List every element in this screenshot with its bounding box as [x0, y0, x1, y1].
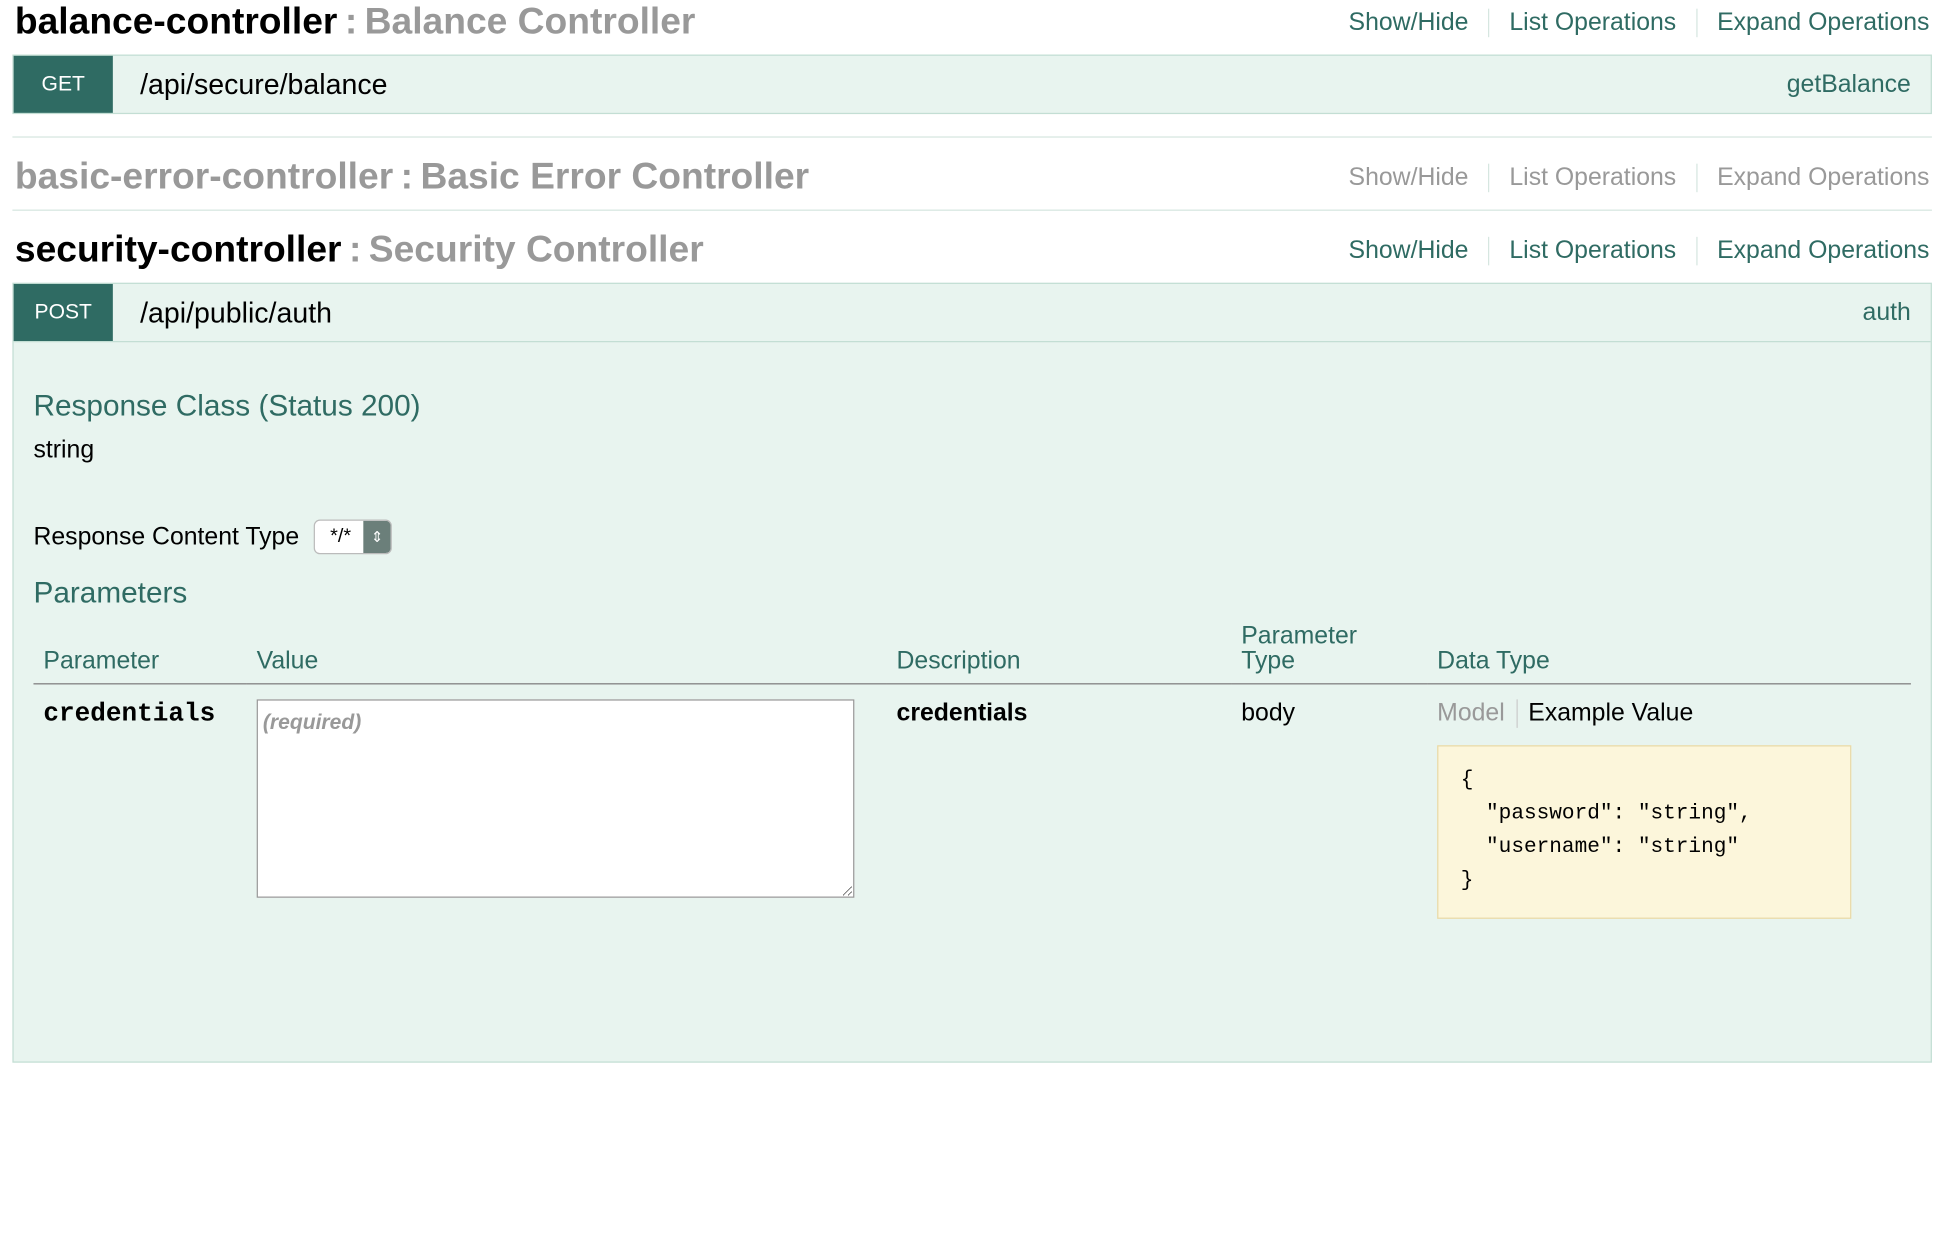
- operation-path[interactable]: /api/public/auth: [140, 296, 1862, 329]
- column-header-data-type: Data Type: [1427, 623, 1911, 685]
- operation-get-balance: GET /api/secure/balance getBalance: [12, 54, 1932, 115]
- section-header: balance-controller: Balance Controller Sh…: [12, 0, 1932, 55]
- section-links: Show/Hide List Operations Expand Operati…: [1349, 163, 1929, 200]
- operation-nickname[interactable]: getBalance: [1787, 70, 1931, 99]
- select-value: */*: [330, 525, 352, 547]
- data-type-tabs: Model Example Value: [1437, 699, 1901, 728]
- show-hide-link[interactable]: Show/Hide: [1349, 9, 1489, 38]
- response-content-type-select[interactable]: */* ⇕: [313, 519, 392, 555]
- column-header-parameter: Parameter: [33, 623, 247, 685]
- select-arrows-icon: ⇕: [363, 520, 391, 554]
- section-basic-error-controller: basic-error-controller: Basic Error Contr…: [12, 136, 1932, 209]
- title-separator: :: [344, 1, 358, 43]
- section-title[interactable]: balance-controller: Balance Controller: [15, 0, 696, 45]
- operation-header[interactable]: POST /api/public/auth auth: [13, 283, 1931, 341]
- section-links: Show/Hide List Operations Expand Operati…: [1349, 8, 1929, 45]
- section-title[interactable]: basic-error-controller: Basic Error Contr…: [15, 155, 809, 200]
- list-operations-link[interactable]: List Operations: [1488, 8, 1696, 38]
- list-operations-link[interactable]: List Operations: [1488, 163, 1696, 193]
- http-method-badge[interactable]: POST: [13, 283, 113, 341]
- operation-nickname[interactable]: auth: [1863, 298, 1931, 327]
- section-security-controller: security-controller: Security Controller …: [12, 209, 1932, 1063]
- section-header: basic-error-controller: Basic Error Contr…: [12, 136, 1932, 209]
- param-description-cell: credentials: [887, 684, 1232, 934]
- parameters-title: Parameters: [33, 576, 188, 611]
- controller-name[interactable]: basic-error-controller: [15, 156, 393, 197]
- response-content-type-row: Response Content Type */* ⇕: [33, 519, 1910, 555]
- controller-description: Basic Error Controller: [420, 156, 810, 198]
- controller-description: Balance Controller: [364, 1, 696, 43]
- section-header: security-controller: Security Controller …: [12, 209, 1932, 283]
- title-separator: :: [348, 229, 362, 271]
- operation-header[interactable]: GET /api/secure/balance getBalance: [13, 55, 1931, 113]
- section-balance-controller: balance-controller: Balance Controller Sh…: [12, 0, 1932, 136]
- param-description: credentials: [896, 699, 1028, 727]
- param-data-type-cell: Model Example Value { "password": "strin…: [1427, 684, 1911, 934]
- example-value-snippet[interactable]: { "password": "string", "username": "str…: [1437, 745, 1852, 919]
- response-class-value: string: [33, 436, 95, 464]
- operation-body: Response Class (Status 200) string Respo…: [13, 341, 1931, 1061]
- param-name-cell: credentials: [33, 684, 246, 934]
- title-separator: :: [400, 156, 414, 198]
- operation-path[interactable]: /api/secure/balance: [140, 68, 1787, 101]
- parameters-table: Parameter Value Description Parameter Ty…: [33, 622, 1911, 934]
- show-hide-link[interactable]: Show/Hide: [1349, 164, 1489, 193]
- http-method-badge[interactable]: GET: [13, 55, 113, 113]
- swagger-page: balance-controller: Balance Controller Sh…: [0, 0, 1942, 1240]
- param-name: credentials: [43, 700, 216, 730]
- param-type-cell: body: [1231, 684, 1427, 934]
- parameter-type-line1: Parameter: [1241, 622, 1358, 650]
- show-hide-link[interactable]: Show/Hide: [1349, 237, 1489, 266]
- credentials-body-textarea[interactable]: [256, 699, 855, 898]
- controller-description: Security Controller: [368, 229, 704, 271]
- parameter-type-line2: Type: [1241, 647, 1296, 675]
- table-header-row: Parameter Value Description Parameter Ty…: [33, 622, 1911, 685]
- column-header-value: Value: [246, 623, 887, 685]
- tab-example-value[interactable]: Example Value: [1518, 699, 1705, 728]
- column-header-parameter-type: Parameter Type: [1231, 622, 1428, 685]
- response-class-title: Response Class (Status 200): [33, 389, 421, 423]
- expand-operations-link[interactable]: Expand Operations: [1696, 236, 1929, 266]
- section-links: Show/Hide List Operations Expand Operati…: [1349, 236, 1929, 273]
- column-header-description: Description: [886, 623, 1232, 685]
- param-type: body: [1241, 699, 1296, 727]
- operation-post-auth: POST /api/public/auth auth Response Clas…: [12, 282, 1932, 1063]
- controller-name[interactable]: balance-controller: [15, 1, 337, 42]
- response-content-type-label: Response Content Type: [33, 522, 300, 550]
- controller-name[interactable]: security-controller: [15, 229, 342, 270]
- section-title[interactable]: security-controller: Security Controller: [15, 228, 704, 273]
- expand-operations-link[interactable]: Expand Operations: [1696, 8, 1929, 38]
- tab-model[interactable]: Model: [1437, 699, 1519, 728]
- param-value-cell: [247, 684, 887, 934]
- expand-operations-link[interactable]: Expand Operations: [1696, 163, 1929, 193]
- list-operations-link[interactable]: List Operations: [1488, 236, 1696, 266]
- table-row: credentials credentials body: [33, 684, 1910, 934]
